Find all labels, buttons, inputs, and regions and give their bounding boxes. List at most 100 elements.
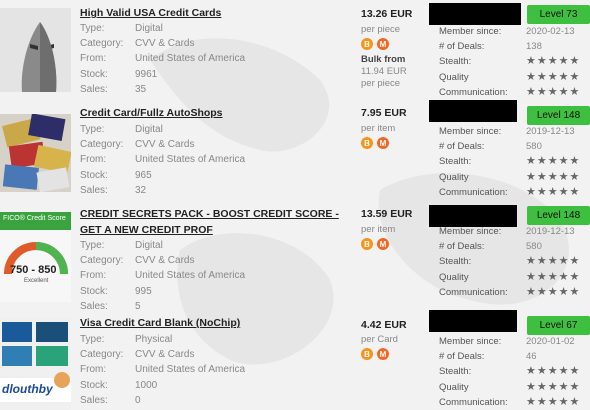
member-since-value: 2020-01-02 bbox=[526, 336, 575, 347]
quality-label: Quality bbox=[439, 171, 469, 183]
communication-stars: ★★★★★ bbox=[526, 85, 581, 98]
listing-3-coins: B M bbox=[361, 238, 389, 250]
member-since-value: 2019-12-13 bbox=[526, 126, 575, 137]
communication-label: Communication: bbox=[439, 186, 508, 198]
credit-cards-image bbox=[0, 114, 71, 192]
deals-value: 138 bbox=[526, 41, 542, 53]
member-since-label: Member since: bbox=[439, 226, 502, 237]
listing-1: High Valid USA Credit Cards Type: Digital… bbox=[0, 0, 590, 100]
listing-4-thumbnail[interactable]: dlouthby bbox=[0, 318, 71, 410]
listing-4-unit: per Card bbox=[361, 334, 398, 345]
deals-value: 46 bbox=[526, 351, 537, 363]
listing-1-title[interactable]: High Valid USA Credit Cards bbox=[80, 5, 221, 21]
category-label: Category: bbox=[80, 139, 124, 151]
bitcoin-icon: B bbox=[361, 238, 373, 250]
communication-stars: ★★★★★ bbox=[526, 185, 581, 198]
vendor-level-badge: Level 67 bbox=[527, 316, 590, 335]
bulk-unit: per piece bbox=[361, 78, 401, 89]
quality-stars: ★★★★★ bbox=[526, 170, 581, 183]
quality-stars: ★★★★★ bbox=[526, 380, 581, 393]
listing-3: FICO® Credit Score 750 - 850 Excellent C… bbox=[0, 204, 590, 312]
from-value: United States of America bbox=[135, 154, 246, 166]
listing-3-details: Type: Digital Category: CVV & Cards From: U… bbox=[80, 238, 245, 314]
category-value: CVV & Cards bbox=[135, 255, 195, 267]
vendor-level-badge: Level 148 bbox=[527, 106, 590, 125]
listing-2-thumbnail[interactable] bbox=[0, 114, 71, 192]
stealth-label: Stealth: bbox=[439, 56, 472, 68]
stock-value: 1000 bbox=[135, 379, 158, 391]
listing-4-coins: B M bbox=[361, 348, 389, 360]
listing-2-coins: B M bbox=[361, 137, 389, 149]
listing-1-coins: B M bbox=[361, 38, 389, 50]
communication-stars: ★★★★★ bbox=[526, 395, 581, 408]
category-value: CVV & Cards bbox=[135, 349, 195, 361]
stealth-label: Stealth: bbox=[439, 256, 472, 268]
category-value: CVV & Cards bbox=[135, 38, 195, 50]
communication-label: Communication: bbox=[439, 286, 508, 298]
redacted-vendor-name bbox=[429, 100, 517, 122]
type-value: Physical bbox=[135, 334, 173, 345]
listing-2-title[interactable]: Credit Card/Fullz AutoShops bbox=[80, 105, 223, 121]
redacted-vendor-name bbox=[429, 3, 521, 25]
stealth-stars: ★★★★★ bbox=[526, 365, 581, 378]
member-since-label: Member since: bbox=[439, 26, 502, 37]
quality-stars: ★★★★★ bbox=[526, 70, 581, 83]
stock-label: Stock: bbox=[80, 68, 108, 80]
listing-1-vendor-stats: Member since: 2020-02-13 # of Deals: 138 S… bbox=[439, 24, 580, 100]
bitcoin-icon: B bbox=[361, 38, 373, 50]
deals-label: # of Deals: bbox=[439, 141, 485, 153]
score-range: 750 - 850 bbox=[10, 264, 57, 276]
listing-4: dlouthby Visa Credit Card Blank (NoChip)… bbox=[0, 310, 590, 410]
stock-value: 9961 bbox=[135, 68, 158, 80]
bulk-label: Bulk from bbox=[361, 54, 406, 65]
vendor-level-badge: Level 73 bbox=[527, 5, 590, 24]
listing-2-price: 7.95 EUR bbox=[361, 107, 407, 119]
deals-label: # of Deals: bbox=[439, 41, 485, 53]
stealth-stars: ★★★★★ bbox=[526, 55, 581, 68]
monero-icon: M bbox=[377, 137, 389, 149]
vendor-logo-text: dlouthby bbox=[2, 382, 53, 396]
credit-score-image bbox=[0, 212, 71, 302]
listing-2-vendor-stats: Member since: 2019-12-13 # of Deals: 580 S… bbox=[439, 124, 580, 200]
listing-3-thumbnail[interactable]: FICO® Credit Score 750 - 850 Excellent bbox=[0, 212, 71, 302]
monero-icon: M bbox=[377, 348, 389, 360]
listing-3-title[interactable]: CREDIT SECRETS PACK - BOOST CREDIT SCORE… bbox=[80, 206, 350, 238]
stock-label: Stock: bbox=[80, 379, 108, 391]
listing-2-details: Type: Digital Category: CVV & Cards From: U… bbox=[80, 122, 245, 198]
from-label: From: bbox=[80, 364, 107, 376]
from-label: From: bbox=[80, 53, 107, 65]
category-value: CVV & Cards bbox=[135, 139, 195, 151]
type-label: Type: bbox=[80, 23, 105, 34]
listing-4-price: 4.42 EUR bbox=[361, 319, 407, 331]
deals-value: 580 bbox=[526, 241, 542, 253]
deals-label: # of Deals: bbox=[439, 241, 485, 253]
deals-label: # of Deals: bbox=[439, 351, 485, 363]
communication-label: Communication: bbox=[439, 396, 508, 408]
listing-1-bulk: Bulk from 11.94 EUR per piece bbox=[361, 54, 407, 90]
type-label: Type: bbox=[80, 124, 105, 135]
stealth-stars: ★★★★★ bbox=[526, 155, 581, 168]
score-rating: Excellent bbox=[24, 278, 49, 284]
stock-value: 965 bbox=[135, 169, 152, 181]
listing-3-vendor-stats: Member since: 2019-12-13 # of Deals: 580 S… bbox=[439, 224, 580, 300]
sales-value: 0 bbox=[135, 394, 141, 406]
quality-label: Quality bbox=[439, 271, 469, 283]
bitcoin-icon: B bbox=[361, 348, 373, 360]
listing-2-unit: per item bbox=[361, 123, 396, 134]
listing-3-price: 13.59 EUR bbox=[361, 208, 413, 220]
type-label: Type: bbox=[80, 334, 105, 345]
monero-icon: M bbox=[377, 38, 389, 50]
bitcoin-icon: B bbox=[361, 137, 373, 149]
listing-4-title[interactable]: Visa Credit Card Blank (NoChip) bbox=[80, 315, 240, 331]
monero-icon: M bbox=[377, 238, 389, 250]
listing-1-unit: per piece bbox=[361, 24, 401, 35]
listing-1-details: Type: Digital Category: CVV & Cards From: U… bbox=[80, 21, 245, 97]
quality-label: Quality bbox=[439, 381, 469, 393]
stock-label: Stock: bbox=[80, 169, 108, 181]
listing-3-unit: per item bbox=[361, 224, 396, 235]
category-label: Category: bbox=[80, 349, 124, 361]
listing-1-thumbnail[interactable] bbox=[0, 8, 71, 92]
quality-stars: ★★★★★ bbox=[526, 270, 581, 283]
type-value: Digital bbox=[135, 23, 163, 34]
from-value: United States of America bbox=[135, 364, 246, 376]
